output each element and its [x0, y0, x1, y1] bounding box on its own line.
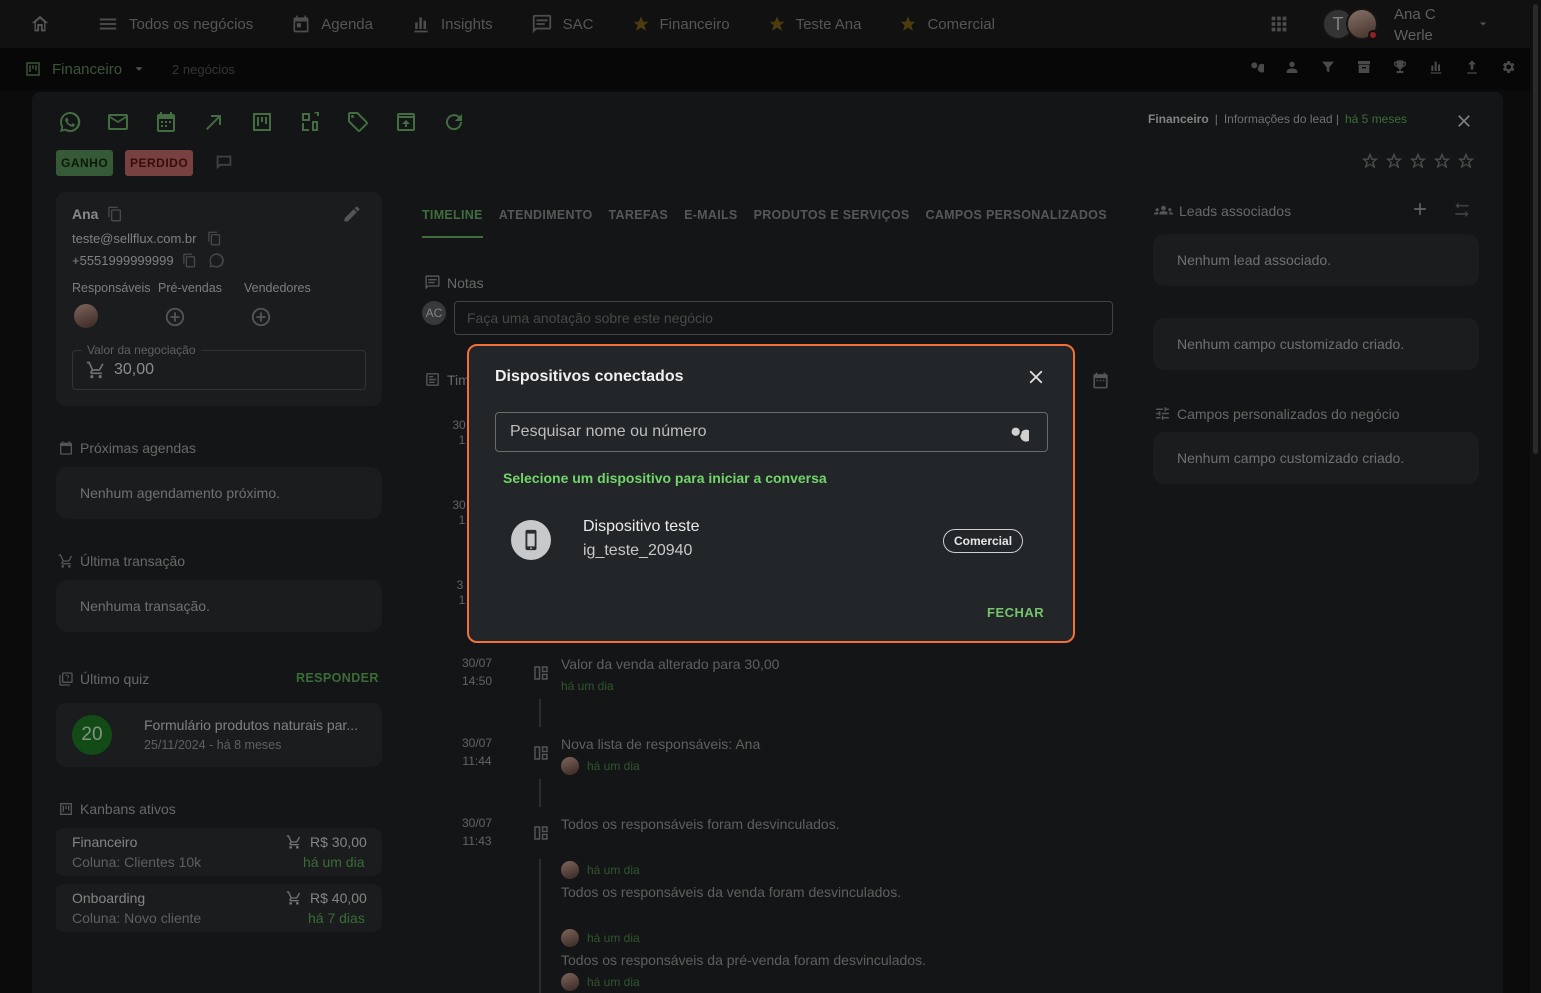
device-id: ig_teste_20940	[583, 542, 693, 559]
device-avatar	[511, 520, 551, 560]
dialog-hint: Selecione um dispositivo para iniciar a …	[503, 470, 827, 486]
dialog-title: Dispositivos conectados	[495, 368, 684, 385]
device-list-item[interactable]: Dispositivo teste ig_teste_20940 Comerci…	[509, 516, 1029, 568]
device-tag: Comercial	[943, 529, 1024, 553]
close-icon	[1029, 370, 1043, 384]
device-name: Dispositivo teste	[583, 518, 700, 535]
dialog-close-text-button[interactable]: FECHAR	[987, 605, 1044, 620]
device-search	[495, 412, 1048, 452]
dialog-close-button[interactable]	[1025, 366, 1047, 388]
search-icon[interactable]	[1007, 423, 1029, 445]
device-search-input[interactable]	[496, 423, 996, 441]
smartphone-icon	[525, 529, 537, 551]
connected-devices-dialog: Dispositivos conectados Selecione um dis…	[467, 344, 1075, 643]
